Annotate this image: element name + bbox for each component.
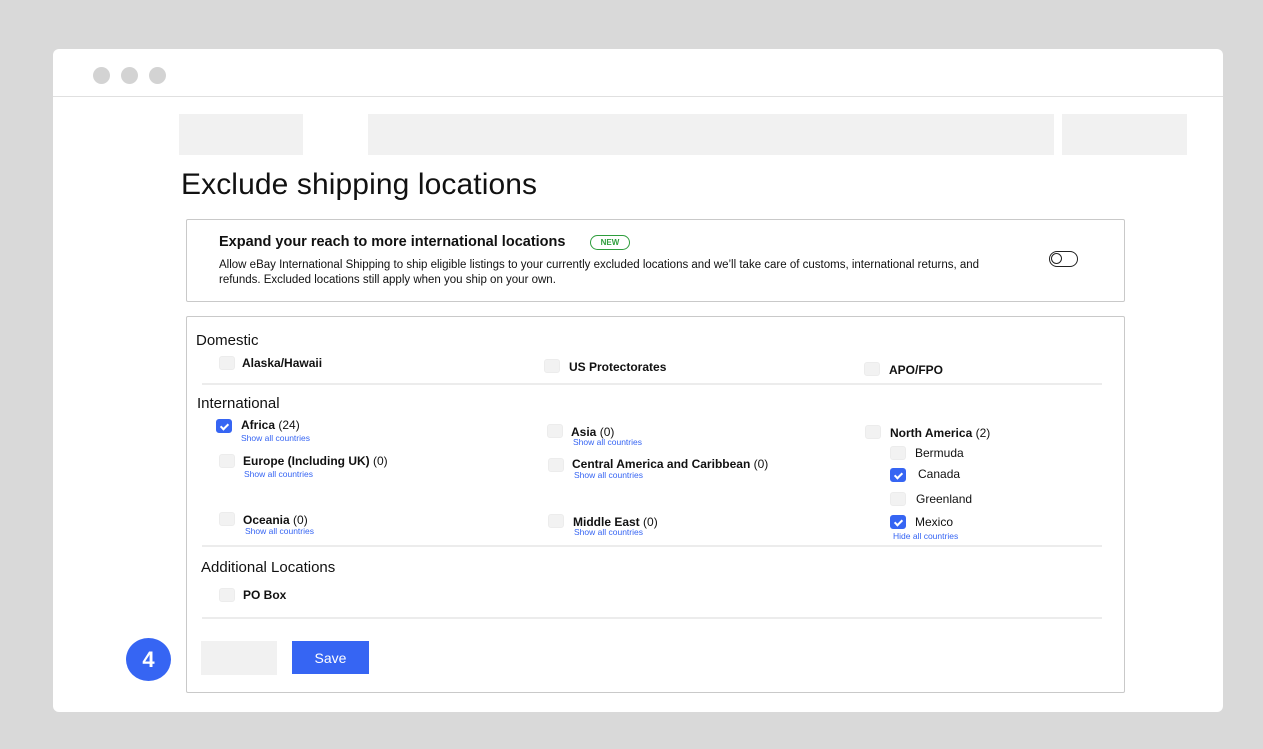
option-label: North America	[890, 426, 973, 440]
checkbox[interactable]	[864, 362, 880, 376]
section-title-domestic: Domestic	[196, 332, 259, 349]
option-count: (0)	[293, 513, 308, 527]
checkbox[interactable]	[890, 492, 906, 506]
checkbox-checked[interactable]	[216, 419, 232, 433]
hide-all-countries-link[interactable]: Hide all countries	[893, 531, 958, 541]
option-count: (24)	[278, 418, 300, 432]
checkbox[interactable]	[890, 446, 906, 460]
option-count: (0)	[753, 457, 769, 471]
header-action-placeholder[interactable]	[1062, 114, 1187, 155]
window-titlebar	[53, 49, 1223, 97]
show-all-countries-link[interactable]: Show all countries	[245, 526, 314, 536]
divider	[202, 383, 1102, 385]
checkbox-checked[interactable]	[890, 468, 906, 482]
option-label: APO/FPO	[889, 363, 944, 377]
header-search-placeholder[interactable]	[368, 114, 1054, 155]
window-dot-close[interactable]	[93, 67, 110, 84]
step-number-badge: 4	[126, 638, 171, 681]
window-dot-minimize[interactable]	[121, 67, 138, 84]
promo-description: Allow eBay International Shipping to shi…	[219, 259, 980, 286]
option-label: Oceania	[243, 513, 290, 527]
checkbox[interactable]	[219, 356, 235, 370]
checkbox-checked[interactable]	[890, 515, 906, 529]
option-count: (0)	[643, 515, 658, 529]
locations-panel: Domestic Alaska/Hawaii US Protectorates …	[186, 316, 1125, 693]
option-label: Mexico	[915, 515, 954, 529]
promo-title: Expand your reach to more international …	[219, 234, 566, 250]
show-all-countries-link[interactable]: Show all countries	[244, 469, 313, 479]
checkbox[interactable]	[219, 512, 235, 526]
option-count: (2)	[975, 426, 991, 440]
checkbox[interactable]	[544, 359, 560, 373]
section-title-international: International	[197, 395, 280, 412]
option-label: Central America and Caribbean	[572, 457, 751, 471]
show-all-countries-link[interactable]: Show all countries	[574, 470, 643, 480]
page-title: Exclude shipping locations	[181, 168, 538, 201]
show-all-countries-link[interactable]: Show all countries	[573, 437, 642, 447]
save-button[interactable]: Save	[292, 641, 369, 674]
toggle-knob	[1051, 253, 1062, 264]
checkbox[interactable]	[548, 458, 564, 472]
option-label: Alaska/Hawaii	[242, 356, 323, 370]
cancel-button-placeholder[interactable]	[201, 641, 277, 675]
checkbox[interactable]	[865, 425, 881, 439]
divider	[202, 617, 1102, 619]
option-label: Bermuda	[915, 446, 964, 460]
option-label: Europe (Including UK)	[243, 454, 370, 468]
divider	[202, 545, 1102, 547]
promo-card: Expand your reach to more international …	[186, 219, 1125, 302]
header-logo-placeholder	[179, 114, 303, 155]
show-all-countries-link[interactable]: Show all countries	[241, 433, 310, 443]
new-badge: NEW	[590, 235, 630, 250]
checkbox[interactable]	[219, 454, 235, 468]
window-dot-maximize[interactable]	[149, 67, 166, 84]
option-label: Greenland	[916, 492, 973, 506]
checkbox[interactable]	[219, 588, 235, 602]
option-label: Canada	[918, 467, 961, 481]
checkbox[interactable]	[547, 424, 563, 438]
show-all-countries-link[interactable]: Show all countries	[574, 527, 643, 537]
section-title-additional: Additional Locations	[201, 559, 336, 576]
option-count: (0)	[373, 454, 388, 468]
option-label: PO Box	[243, 588, 287, 602]
option-label: Africa	[241, 418, 276, 432]
checkbox[interactable]	[548, 514, 564, 528]
browser-window: Exclude shipping locations Expand your r…	[53, 49, 1223, 712]
international-shipping-toggle[interactable]	[1049, 251, 1078, 267]
option-label: US Protectorates	[569, 360, 667, 374]
